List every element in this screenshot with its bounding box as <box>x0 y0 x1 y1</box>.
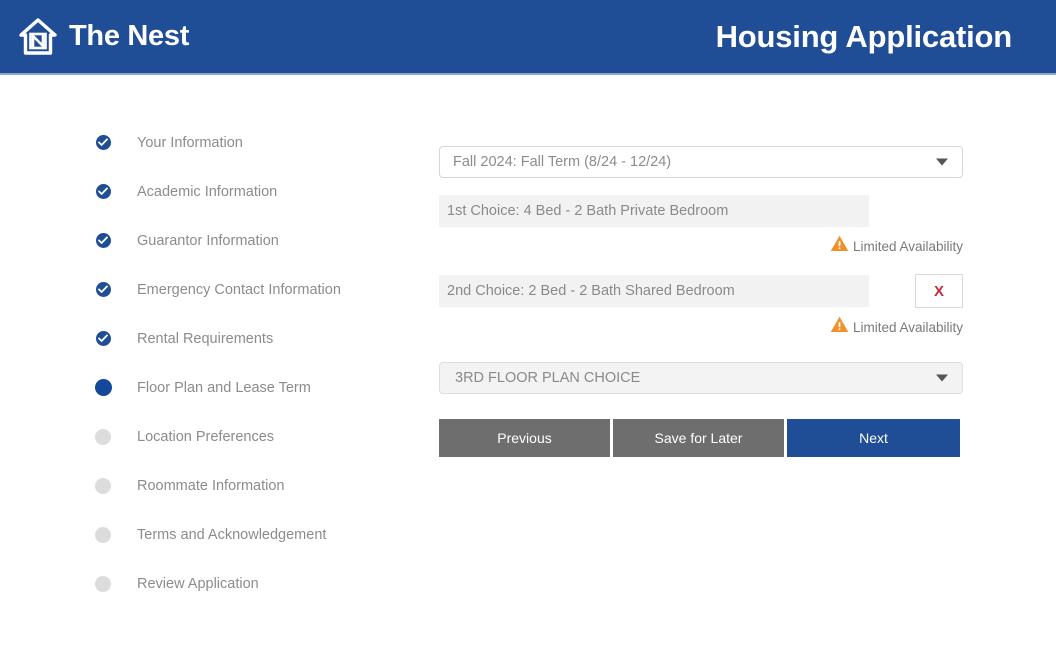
choice-row: 2nd Choice: 2 Bed - 2 Bath Shared Bedroo… <box>439 274 963 308</box>
lease-term-select[interactable]: Fall 2024: Fall Term (8/24 - 12/24) <box>439 146 963 178</box>
step-marker <box>88 575 118 592</box>
chevron-down-icon <box>936 158 948 166</box>
third-floor-plan-choice-value: 3RD FLOOR PLAN CHOICE <box>455 370 641 386</box>
app-header: The Nest Housing Application <box>0 0 1056 75</box>
step-marker <box>88 135 118 150</box>
step-marker <box>88 184 118 199</box>
sidebar-item-guarantor-information[interactable]: Guarantor Information <box>0 216 420 265</box>
choice-1-availability: Limited Availability <box>439 235 963 257</box>
step-marker <box>88 428 118 445</box>
save-for-later-button[interactable]: Save for Later <box>613 419 784 457</box>
choice-row: 1st Choice: 4 Bed - 2 Bath Private Bedro… <box>439 195 963 227</box>
next-button[interactable]: Next <box>787 419 960 457</box>
choice-1-bar[interactable]: 1st Choice: 4 Bed - 2 Bath Private Bedro… <box>439 195 869 227</box>
choice-2-availability: Limited Availability <box>439 316 963 338</box>
previous-button[interactable]: Previous <box>439 419 610 457</box>
sidebar-item-label: Emergency Contact Information <box>137 281 341 298</box>
step-marker <box>88 379 118 396</box>
sidebar-item-label: Your Information <box>137 134 243 151</box>
page-title: Housing Application <box>715 18 1013 54</box>
remove-choice-2-button[interactable]: X <box>915 274 963 308</box>
check-circle-icon <box>95 331 111 346</box>
sidebar-item-emergency-contact-information[interactable]: Emergency Contact Information <box>0 265 420 314</box>
sidebar-item-label: Location Preferences <box>137 428 275 445</box>
lease-term-select-value: Fall 2024: Fall Term (8/24 - 12/24) <box>453 154 672 170</box>
floor-plan-form: Fall 2024: Fall Term (8/24 - 12/24) 1st … <box>439 75 963 457</box>
check-circle-icon <box>95 184 111 199</box>
choice-2-text: 2nd Choice: 2 Bed - 2 Bath Shared Bedroo… <box>447 283 735 299</box>
sidebar-item-label: Rental Requirements <box>137 330 274 347</box>
choice-1-text: 1st Choice: 4 Bed - 2 Bath Private Bedro… <box>447 203 729 219</box>
sidebar-item-label: Terms and Acknowledgement <box>137 526 327 543</box>
third-floor-plan-choice-select[interactable]: 3RD FLOOR PLAN CHOICE <box>439 362 963 394</box>
sidebar-item-location-preferences[interactable]: Location Preferences <box>0 412 420 461</box>
chevron-down-icon <box>936 374 948 382</box>
sidebar-item-roommate-information[interactable]: Roommate Information <box>0 461 420 510</box>
sidebar-item-label: Floor Plan and Lease Term <box>137 379 311 396</box>
sidebar-item-your-information[interactable]: Your Information <box>0 118 420 167</box>
step-marker <box>88 331 118 346</box>
page-body: Your Information Academic Information Gu… <box>0 75 1056 651</box>
sidebar-item-review-application[interactable]: Review Application <box>0 559 420 608</box>
floor-plan-choice-2: 2nd Choice: 2 Bed - 2 Bath Shared Bedroo… <box>439 274 963 338</box>
warning-triangle-icon <box>830 316 849 338</box>
step-marker <box>88 233 118 248</box>
sidebar-item-terms-and-acknowledgement[interactable]: Terms and Acknowledgement <box>0 510 420 559</box>
empty-circle-icon <box>95 526 111 543</box>
sidebar-item-label: Roommate Information <box>137 477 285 494</box>
step-marker <box>88 477 118 494</box>
step-marker <box>88 282 118 297</box>
check-circle-icon <box>95 233 111 248</box>
choice-2-bar[interactable]: 2nd Choice: 2 Bed - 2 Bath Shared Bedroo… <box>439 275 869 307</box>
step-marker <box>88 526 118 543</box>
empty-circle-icon <box>95 575 111 592</box>
availability-label: Limited Availability <box>852 319 963 335</box>
form-actions: Previous Save for Later Next <box>439 419 963 457</box>
sidebar-item-academic-information[interactable]: Academic Information <box>0 167 420 216</box>
check-circle-icon <box>95 135 111 150</box>
floor-plan-choice-1: 1st Choice: 4 Bed - 2 Bath Private Bedro… <box>439 195 963 257</box>
check-circle-icon <box>95 282 111 297</box>
availability-label: Limited Availability <box>852 238 963 254</box>
sidebar-item-label: Guarantor Information <box>137 232 279 249</box>
brand: The Nest <box>0 17 189 57</box>
brand-name: The Nest <box>69 20 190 52</box>
filled-circle-icon <box>94 379 112 396</box>
step-progress-list: Your Information Academic Information Gu… <box>0 75 420 608</box>
empty-circle-icon <box>95 477 111 494</box>
warning-triangle-icon <box>830 235 849 257</box>
house-nest-logo-icon <box>18 17 58 57</box>
sidebar-item-label: Review Application <box>137 575 259 592</box>
sidebar-item-rental-requirements[interactable]: Rental Requirements <box>0 314 420 363</box>
sidebar-item-floor-plan-and-lease-term[interactable]: Floor Plan and Lease Term <box>0 363 420 412</box>
empty-circle-icon <box>95 428 111 445</box>
sidebar-item-label: Academic Information <box>137 183 278 200</box>
